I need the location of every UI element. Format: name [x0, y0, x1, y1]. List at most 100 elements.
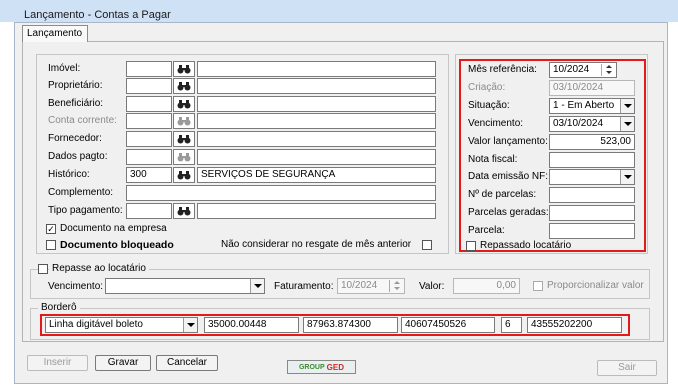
chevron-down-icon[interactable] — [620, 99, 634, 113]
imovel-search-button[interactable] — [173, 61, 195, 77]
logo-ged-text: GED — [326, 362, 344, 372]
conta-corrente-description-input[interactable] — [197, 113, 436, 129]
bordero-title: Borderô — [38, 302, 80, 314]
historico-description-input[interactable]: SERVIÇOS DE SEGURANÇA — [197, 167, 436, 183]
data-emissao-nf-label: Data emissão NF: — [468, 171, 549, 182]
binoculars-icon — [177, 65, 191, 74]
bordero-field-1[interactable]: 35000.00448 — [204, 317, 299, 333]
vencimento-label: Vencimento: — [468, 118, 524, 129]
repasse-valor-input: 0,00 — [453, 278, 520, 294]
bordero-field-4[interactable]: 6 — [501, 317, 522, 333]
nota-fiscal-label: Nota fiscal: — [468, 154, 518, 165]
beneficiario-label: Beneficiário: — [48, 98, 104, 109]
mes-referencia-input[interactable]: 10/2024 — [549, 62, 617, 78]
repasse-valor-label: Valor: — [419, 281, 445, 292]
fornecedor-code-input[interactable] — [126, 131, 172, 147]
chevron-down-icon[interactable] — [620, 117, 634, 131]
parcelas-geradas-input[interactable] — [549, 205, 635, 221]
chevron-down-icon[interactable] — [250, 279, 264, 293]
proprietario-label: Proprietário: — [48, 80, 103, 91]
imovel-code-input[interactable] — [126, 61, 172, 77]
logo-group-text: GROUP — [298, 363, 325, 371]
documento-na-empresa-checkbox[interactable]: ✓ — [46, 224, 56, 234]
proporcionalizar-label: Proporcionalizar valor — [547, 280, 644, 291]
conta-corrente-search-button[interactable] — [173, 113, 195, 129]
imovel-description-input[interactable] — [197, 61, 436, 77]
parcelas-geradas-label: Parcelas geradas: — [468, 207, 549, 218]
fornecedor-description-input[interactable] — [197, 131, 436, 147]
gravar-button[interactable]: Gravar — [95, 355, 151, 371]
proprietario-description-input[interactable] — [197, 78, 436, 94]
mes-referencia-label: Mês referência: — [468, 64, 537, 75]
bordero-tipo-value: Linha digitável boleto — [49, 319, 143, 330]
tipo-pagamento-code-input[interactable] — [126, 203, 172, 219]
group-ged-logo: GROUP GED — [287, 360, 356, 374]
no-parcelas-label: Nº de parcelas: — [468, 189, 537, 200]
chevron-down-icon[interactable] — [620, 170, 634, 184]
no-parcelas-input[interactable] — [549, 187, 635, 203]
historico-code-input[interactable]: 300 — [126, 167, 172, 183]
nao-considerar-label: Não considerar no resgate de mês anterio… — [221, 239, 412, 250]
documento-bloqueado-label: Documento bloqueado — [60, 239, 174, 251]
dados-pagto-description-input[interactable] — [197, 149, 436, 165]
nao-considerar-checkbox[interactable] — [422, 240, 432, 250]
valor-lancamento-input[interactable]: 523,00 — [549, 134, 635, 150]
tipo-pagamento-description-input[interactable] — [197, 203, 436, 219]
dados-pagto-search-button[interactable] — [173, 149, 195, 165]
valor-lancamento-label: Valor lançamento: — [468, 136, 548, 147]
proprietario-code-input[interactable] — [126, 78, 172, 94]
beneficiario-description-input[interactable] — [197, 96, 436, 112]
repasse-vencimento-label: Vencimento: — [48, 281, 104, 292]
situacao-value: 1 - Em Aberto — [553, 100, 615, 111]
repasse-faturamento-input: 10/2024 — [337, 278, 405, 294]
dados-pagto-code-input[interactable] — [126, 149, 172, 165]
tab-lancamento[interactable]: Lançamento — [22, 25, 88, 42]
repasse-checkbox[interactable] — [38, 264, 48, 274]
bordero-tipo-dropdown[interactable]: Linha digitável boleto — [45, 317, 198, 333]
situacao-label: Situação: — [468, 100, 510, 111]
tipo-pagamento-search-button[interactable] — [173, 203, 195, 219]
nota-fiscal-input[interactable] — [549, 152, 635, 168]
binoculars-icon — [177, 135, 191, 144]
binoculars-icon — [177, 171, 191, 180]
bordero-field-5[interactable]: 43555202200 — [527, 317, 622, 333]
proporcionalizar-checkbox[interactable] — [533, 281, 543, 291]
spin-buttons — [389, 280, 403, 292]
fornecedor-search-button[interactable] — [173, 131, 195, 147]
sair-button[interactable]: Sair — [597, 360, 657, 376]
tipo-pagamento-label: Tipo pagamento: — [48, 205, 123, 216]
repasse-title: Repasse ao locatário — [49, 263, 149, 275]
repassado-locatario-checkbox[interactable] — [466, 241, 476, 251]
cancelar-button[interactable]: Cancelar — [156, 355, 218, 371]
beneficiario-search-button[interactable] — [173, 96, 195, 112]
chevron-down-icon[interactable] — [183, 318, 197, 332]
parcela-input[interactable] — [549, 223, 635, 239]
bordero-field-2[interactable]: 87963.874300 — [303, 317, 398, 333]
data-emissao-nf-dropdown[interactable] — [549, 169, 635, 185]
dados-pagto-label: Dados pagto: — [48, 151, 108, 162]
repasse-vencimento-dropdown[interactable] — [105, 278, 265, 294]
binoculars-icon — [177, 153, 191, 162]
documento-na-empresa-label: Documento na empresa — [60, 223, 167, 234]
conta-corrente-code-input[interactable] — [126, 113, 172, 129]
inserir-button[interactable]: Inserir — [27, 355, 88, 371]
window-title: Lançamento - Contas a Pagar — [24, 9, 171, 21]
complemento-label: Complemento: — [48, 187, 114, 198]
binoculars-icon — [177, 207, 191, 216]
vencimento-value: 03/10/2024 — [553, 118, 604, 129]
documento-bloqueado-checkbox[interactable] — [46, 240, 56, 250]
beneficiario-code-input[interactable] — [126, 96, 172, 112]
situacao-dropdown[interactable]: 1 - Em Aberto — [549, 98, 635, 114]
binoculars-icon — [177, 82, 191, 91]
repassado-locatario-label: Repassado locatário — [480, 240, 572, 251]
proprietario-search-button[interactable] — [173, 78, 195, 94]
imovel-label: Imóvel: — [48, 63, 81, 74]
conta-corrente-label: Conta corrente: — [48, 115, 117, 126]
vencimento-dropdown[interactable]: 03/10/2024 — [549, 116, 635, 132]
mes-referencia-value: 10/2024 — [553, 64, 590, 75]
complemento-input[interactable] — [126, 185, 436, 201]
historico-search-button[interactable] — [173, 167, 195, 183]
parcela-label: Parcela: — [468, 225, 505, 236]
bordero-field-3[interactable]: 40607450526 — [401, 317, 495, 333]
spin-buttons[interactable] — [601, 64, 615, 76]
